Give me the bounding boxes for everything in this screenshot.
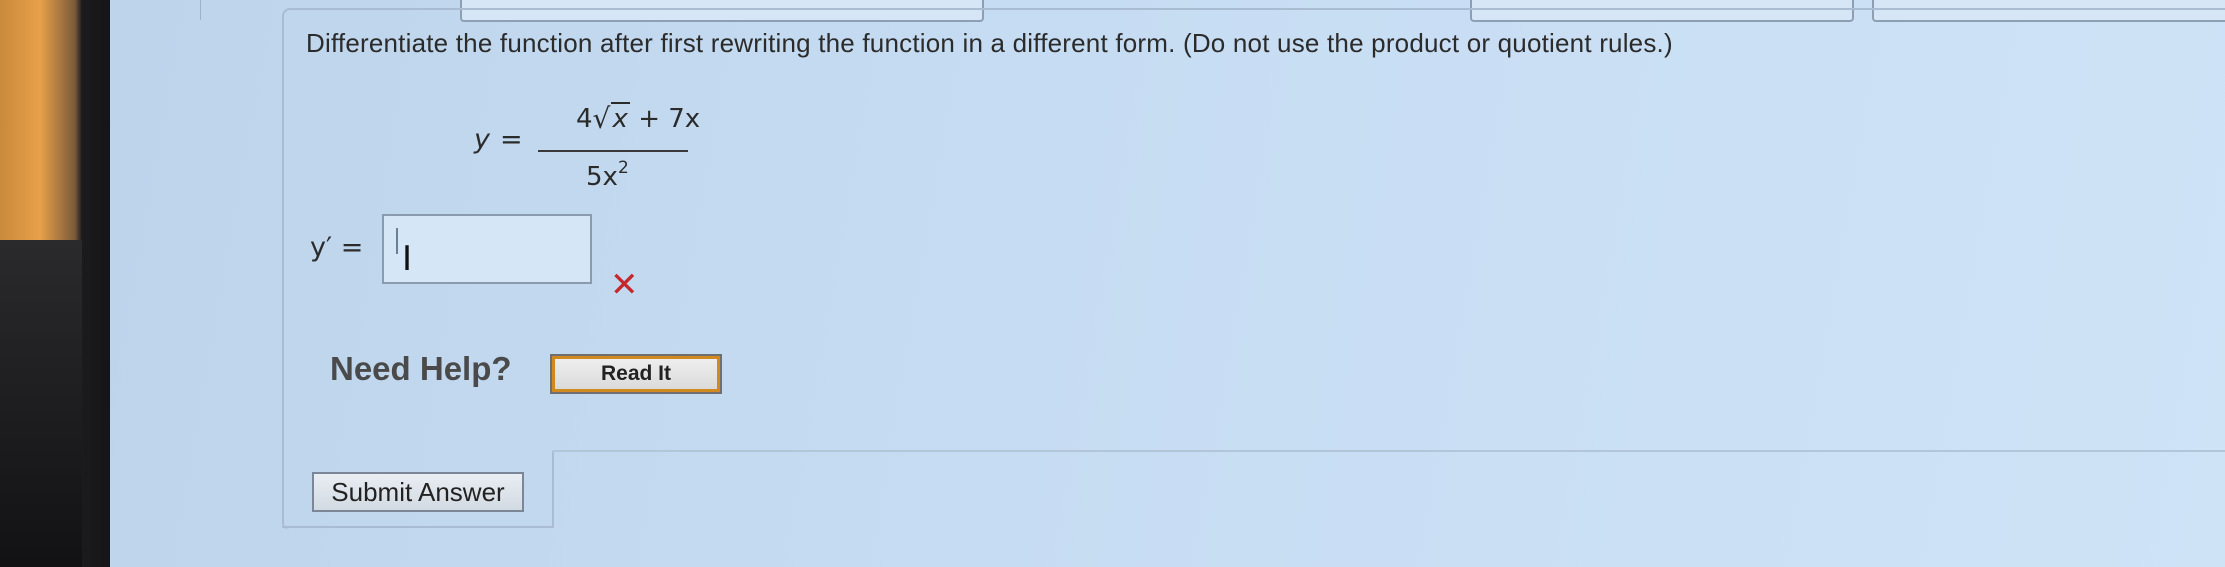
square-root: √ x [592, 102, 630, 135]
radical-sign-icon: √ [592, 102, 611, 135]
caret [396, 228, 398, 254]
numerator-rest: + 7x [629, 104, 701, 134]
read-it-button[interactable]: Read It [550, 354, 722, 394]
panel-border [282, 526, 554, 528]
question-text: Differentiate the function after first r… [306, 28, 1673, 58]
answer-label: y′ = [310, 232, 364, 263]
denominator: 5x2 [586, 158, 629, 192]
monitor-bezel [0, 0, 110, 567]
need-help-label: Need Help? [330, 350, 512, 387]
radicand: x [610, 102, 630, 134]
fraction: 4 √ x + 7x 5x2 [528, 100, 700, 195]
top-divider [200, 0, 201, 20]
panel-border [552, 450, 2225, 452]
text-cursor-icon: I [402, 239, 413, 279]
fraction-bar [538, 150, 688, 152]
equation-equals: = [500, 124, 523, 155]
incorrect-x-icon: ✕ [610, 265, 639, 305]
screen: Differentiate the function after first r… [0, 0, 2225, 567]
denominator-exponent: 2 [617, 158, 629, 178]
denominator-base: 5x [586, 162, 618, 192]
bezel-shadow [0, 240, 82, 567]
numerator: 4 √ x + 7x [576, 102, 701, 135]
submit-answer-button[interactable]: Submit Answer [312, 472, 524, 512]
panel-border [552, 450, 554, 528]
equation-lhs: y [474, 124, 490, 155]
answer-input[interactable]: I [382, 214, 592, 284]
numerator-coefficient: 4 [576, 104, 593, 134]
